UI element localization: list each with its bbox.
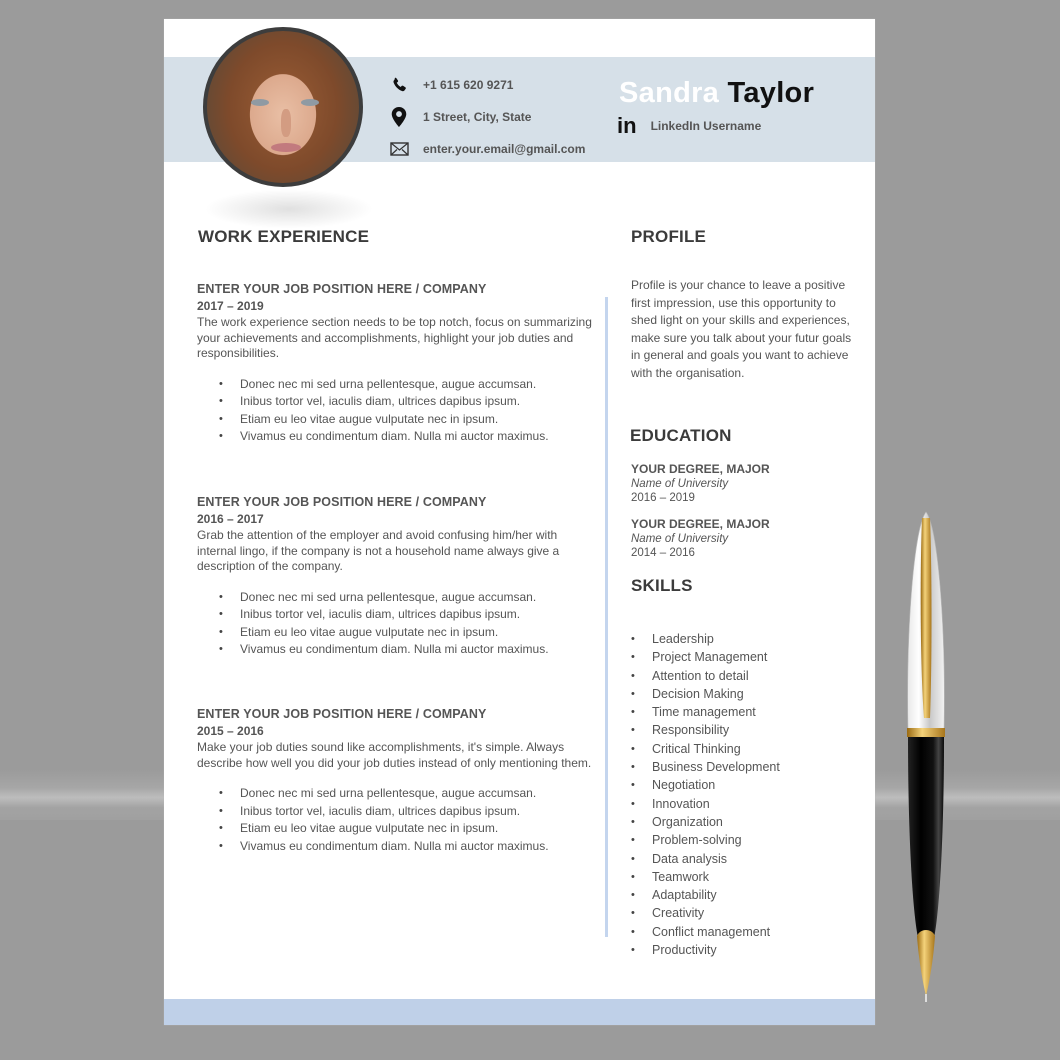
job-dates: 2015 – 2016 bbox=[197, 724, 264, 738]
first-name: Sandra bbox=[619, 77, 720, 109]
contact-phone: +1 615 620 9271 bbox=[389, 69, 585, 101]
job-entry: ENTER YOUR JOB POSITION HERE / COMPANY 2… bbox=[197, 494, 592, 659]
skill-item: Leadership bbox=[631, 630, 780, 649]
photo-eye-right bbox=[301, 99, 319, 106]
skill-item: Decision Making bbox=[631, 685, 780, 704]
job-description: The work experience section needs to be … bbox=[197, 315, 592, 360]
photo-nose bbox=[281, 109, 291, 137]
pen-clip bbox=[920, 518, 932, 718]
skill-item: Project Management bbox=[631, 648, 780, 667]
job-bullets: Donec nec mi sed urna pellentesque, augu… bbox=[197, 785, 592, 855]
contact-email: enter.your.email@gmail.com bbox=[389, 133, 585, 165]
job-bullet: Donec nec mi sed urna pellentesque, augu… bbox=[219, 785, 592, 803]
job-bullet: Etiam eu leo vitae augue vulputate nec i… bbox=[219, 411, 592, 429]
skill-item: Negotiation bbox=[631, 776, 780, 795]
linkedin-username[interactable]: LinkedIn Username bbox=[651, 119, 762, 133]
job-bullet: Etiam eu leo vitae augue vulputate nec i… bbox=[219, 624, 592, 642]
job-bullet: Vivamus eu condimentum diam. Nulla mi au… bbox=[219, 428, 592, 446]
skill-item: Creativity bbox=[631, 904, 780, 923]
contact-email-text[interactable]: enter.your.email@gmail.com bbox=[423, 142, 585, 156]
resume-page: +1 615 620 9271 1 Street, City, State en… bbox=[164, 19, 875, 1025]
photo-eye-left bbox=[251, 99, 269, 106]
job-bullet: Inibus tortor vel, iaculis diam, ultrice… bbox=[219, 803, 592, 821]
envelope-icon bbox=[389, 139, 409, 159]
work-experience-heading: WORK EXPERIENCE bbox=[198, 227, 370, 246]
photo-lips bbox=[271, 143, 301, 152]
education-entry: YOUR DEGREE, MAJOR Name of University 20… bbox=[631, 517, 851, 560]
contact-address: 1 Street, City, State bbox=[389, 101, 585, 133]
job-bullet: Inibus tortor vel, iaculis diam, ultrice… bbox=[219, 606, 592, 624]
education-dates: 2016 – 2019 bbox=[631, 492, 695, 504]
education-entry: YOUR DEGREE, MAJOR Name of University 20… bbox=[631, 462, 851, 505]
skill-item: Data analysis bbox=[631, 850, 780, 869]
skill-item: Critical Thinking bbox=[631, 740, 780, 759]
job-description: Grab the attention of the employer and a… bbox=[197, 528, 560, 573]
job-bullet: Etiam eu leo vitae augue vulputate nec i… bbox=[219, 820, 592, 838]
skill-item: Business Development bbox=[631, 758, 780, 777]
skill-item: Conflict management bbox=[631, 923, 780, 942]
education-university: Name of University bbox=[631, 533, 729, 545]
skill-item: Innovation bbox=[631, 795, 780, 814]
job-bullet: Vivamus eu condimentum diam. Nulla mi au… bbox=[219, 641, 592, 659]
job-dates: 2017 – 2019 bbox=[197, 299, 264, 313]
skill-item: Responsibility bbox=[631, 721, 780, 740]
pen-tip bbox=[917, 930, 935, 996]
skill-item: Adaptability bbox=[631, 886, 780, 905]
location-pin-icon bbox=[389, 107, 409, 127]
education-heading: EDUCATION bbox=[630, 426, 732, 445]
footer-band bbox=[164, 999, 875, 1025]
profile-text: Profile is your chance to leave a positi… bbox=[631, 278, 852, 380]
skill-item: Productivity bbox=[631, 941, 780, 960]
skills-heading: SKILLS bbox=[631, 576, 693, 595]
photo-shadow bbox=[204, 189, 374, 229]
column-divider bbox=[605, 297, 608, 937]
contact-address-text: 1 Street, City, State bbox=[423, 110, 532, 124]
job-bullets: Donec nec mi sed urna pellentesque, augu… bbox=[197, 376, 592, 446]
job-description: Make your job duties sound like accompli… bbox=[197, 740, 592, 770]
profile-photo bbox=[203, 27, 363, 187]
pen-refill bbox=[925, 994, 927, 1002]
job-bullet: Donec nec mi sed urna pellentesque, augu… bbox=[219, 589, 592, 607]
job-entry: ENTER YOUR JOB POSITION HERE / COMPANY 2… bbox=[197, 281, 592, 446]
profile-heading: PROFILE bbox=[631, 227, 707, 246]
job-dates: 2016 – 2017 bbox=[197, 512, 264, 526]
skill-item: Teamwork bbox=[631, 868, 780, 887]
contact-list: +1 615 620 9271 1 Street, City, State en… bbox=[389, 69, 585, 165]
job-title: ENTER YOUR JOB POSITION HERE / COMPANY bbox=[197, 282, 487, 296]
job-bullet: Donec nec mi sed urna pellentesque, augu… bbox=[219, 376, 592, 394]
skills-list: Leadership Project Management Attention … bbox=[631, 630, 780, 960]
phone-icon bbox=[389, 75, 409, 95]
skill-item: Organization bbox=[631, 813, 780, 832]
education-degree: YOUR DEGREE, MAJOR bbox=[631, 462, 770, 476]
pen-image bbox=[907, 511, 945, 1002]
skill-item: Problem-solving bbox=[631, 831, 780, 850]
skill-item: Time management bbox=[631, 703, 780, 722]
job-entry: ENTER YOUR JOB POSITION HERE / COMPANY 2… bbox=[197, 706, 592, 855]
job-bullet: Inibus tortor vel, iaculis diam, ultrice… bbox=[219, 393, 592, 411]
education-university: Name of University bbox=[631, 478, 729, 490]
skill-item: Attention to detail bbox=[631, 667, 780, 686]
full-name: Sandra Taylor bbox=[619, 77, 814, 110]
contact-phone-text: +1 615 620 9271 bbox=[423, 78, 514, 92]
pen-barrel bbox=[908, 737, 944, 938]
last-name: Taylor bbox=[727, 77, 815, 109]
linkedin-icon: in bbox=[617, 113, 637, 138]
job-bullets: Donec nec mi sed urna pellentesque, augu… bbox=[197, 589, 592, 659]
linkedin-row: in LinkedIn Username bbox=[617, 113, 761, 139]
job-title: ENTER YOUR JOB POSITION HERE / COMPANY bbox=[197, 495, 487, 509]
education-dates: 2014 – 2016 bbox=[631, 547, 695, 559]
pen-band bbox=[907, 728, 945, 737]
education-degree: YOUR DEGREE, MAJOR bbox=[631, 517, 770, 531]
job-bullet: Vivamus eu condimentum diam. Nulla mi au… bbox=[219, 838, 592, 856]
job-title: ENTER YOUR JOB POSITION HERE / COMPANY bbox=[197, 707, 487, 721]
